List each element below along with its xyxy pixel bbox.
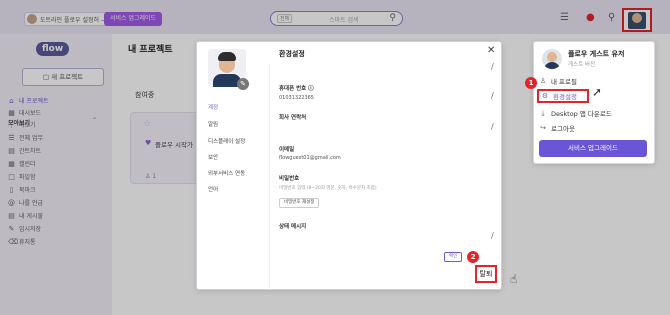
download-icon: ⤓ [541,108,545,117]
settings-nav-language[interactable]: 언어 [208,185,218,193]
avatar [542,49,562,69]
step-badge-2: 2 [467,251,479,263]
password-hint: 비밀번호 입력 (8~20자 영문, 숫자, 특수문자 조합) [279,186,377,191]
divider [269,64,270,290]
phone-label: 휴대폰 번호 ⓘ [279,86,314,92]
phone-value: 01031322365 [279,95,314,101]
close-icon[interactable]: ✕ [487,45,495,56]
menu-item-logout[interactable]: ↪ 로그아웃 [539,123,575,133]
edit-name-icon[interactable]: ∕ [491,62,494,71]
password-label: 비밀번호 [279,176,300,182]
settings-nav-security[interactable]: 보안 [208,153,218,161]
settings-nav-display[interactable]: 디스플레이 설정 [208,137,245,145]
settings-nav-integrations[interactable]: 외부서비스 연동 [208,169,245,177]
hand-cursor-icon: ☝ [510,272,518,286]
pointer-cursor-icon: ➚ [592,85,603,99]
profile-name: 플로우 게스트 유저 [568,50,625,58]
profile-subtitle: 게스트 버전 [568,62,596,68]
edit-phone-icon[interactable]: ∕ [491,91,494,100]
menu-item-settings[interactable]: ⚙ 환경설정 [537,89,589,103]
withdraw-button[interactable]: 탈퇴 [475,265,497,283]
avatar-hair [218,52,236,61]
settings-nav-notifications[interactable]: 알림 [208,120,218,128]
modal-title: 환경설정 [279,50,305,58]
logout-icon: ↪ [540,124,546,132]
step-badge-1: 1 [525,77,537,89]
profile-dropdown: 플로우 게스트 유저 게스트 버전 ♙ 내 프로필 ⚙ 환경설정 ⤓ Deskt… [533,41,655,164]
settings-modal: 환경설정 ✕ ✎ 계정 알림 디스플레이 설정 보안 외부서비스 연동 언어 ∕… [196,41,502,290]
email-label: 이메일 [279,147,295,153]
settings-nav-account[interactable]: 계정 [208,103,218,111]
person-icon: ♙ [539,77,547,85]
menu-item-desktop-download[interactable]: ⤓ Desktop 앱 다운로드 [539,108,612,119]
gear-icon: ⚙ [541,92,549,100]
edit-company-contact-icon[interactable]: ∕ [491,122,494,131]
camera-icon[interactable]: ✎ [237,78,249,90]
email-value: flowguest01@gmail.com [279,155,341,161]
menu-item-label: 내 프로필 [551,78,577,86]
menu-item-label: Desktop 앱 다운로드 [551,110,612,118]
company-contact-label: 회사 연락처 [279,115,307,121]
info-icon: ⓘ [308,86,314,92]
service-upgrade-button[interactable]: 서비스 업그레이드 [539,140,647,157]
menu-item-label: 환경설정 [553,93,577,101]
confirm-button[interactable]: 확인 [444,252,463,262]
menu-item-my-profile[interactable]: ♙ 내 프로필 [539,76,577,86]
status-message-label: 상태 메시지 [279,224,307,230]
edit-status-icon[interactable]: ∕ [491,231,494,240]
password-reset-button[interactable]: 비밀번호 재설정 [279,198,320,208]
menu-item-label: 로그아웃 [551,125,575,133]
